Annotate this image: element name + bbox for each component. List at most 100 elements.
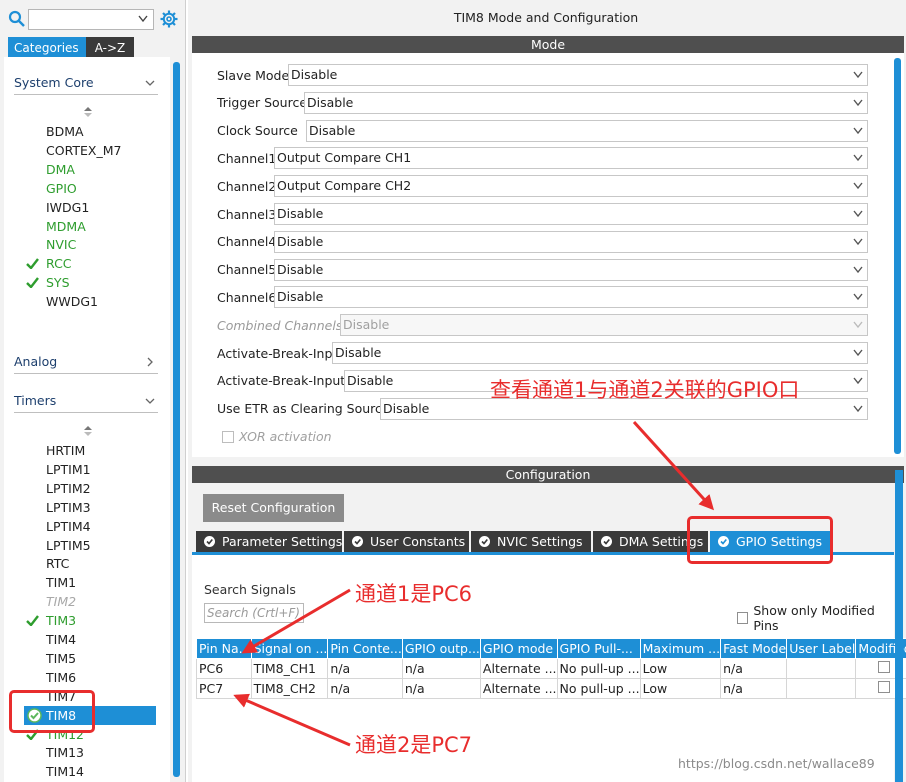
table-cell-gpio-pull[interactable]: No pull-up ...: [556, 678, 641, 699]
table-cell-gpio-outp[interactable]: n/a: [401, 658, 481, 679]
left-scrollbar[interactable]: [173, 62, 180, 777]
chevron-down-icon[interactable]: [144, 395, 156, 407]
sidebar-item-gpio[interactable]: GPIO: [46, 179, 77, 198]
left-search-input[interactable]: [28, 9, 154, 30]
mode-label: Channel5: [217, 262, 277, 278]
table-cell-gpio-outp[interactable]: n/a: [401, 678, 481, 699]
table-cell-gpio-mode[interactable]: Alternate ...: [479, 678, 558, 699]
trigger-source-select[interactable]: Disable: [304, 91, 868, 114]
section-analog[interactable]: Analog: [14, 354, 158, 374]
mode-row-clock-source: Clock Source Disable: [217, 119, 868, 142]
table-cell-gpio-mode[interactable]: Alternate ...: [479, 658, 558, 679]
chevron-down-icon: [853, 154, 863, 162]
reset-configuration-button[interactable]: Reset Configuration: [203, 494, 344, 522]
channel6-select[interactable]: Disable: [274, 286, 868, 309]
sidebar-item-iwdg1[interactable]: IWDG1: [46, 198, 89, 217]
sidebar-item-rcc[interactable]: RCC: [26, 254, 72, 273]
sidebar-item-tim1[interactable]: TIM1: [46, 573, 76, 592]
chevron-down-icon[interactable]: [138, 15, 148, 23]
channel4-select[interactable]: Disable: [274, 230, 868, 253]
table-row[interactable]: PC7 TIM8_CH2 n/a n/a Alternate ... No pull-up…: [196, 678, 906, 699]
table-cell-maximum[interactable]: Low: [639, 658, 722, 679]
section-timers[interactable]: Timers: [14, 393, 158, 413]
sidebar-item-dma[interactable]: DMA: [46, 160, 75, 179]
column-header-fast-mode[interactable]: Fast Mode: [720, 638, 788, 659]
column-header-pin-na[interactable]: Pin Na...: [196, 638, 252, 659]
table-cell-signal-on[interactable]: TIM8_CH2: [250, 678, 329, 699]
tab-categories[interactable]: Categories: [8, 37, 86, 59]
table-cell-fast-mode[interactable]: n/a: [720, 658, 788, 679]
sidebar-item-mdma[interactable]: MDMA: [46, 217, 86, 236]
config-scrollbar[interactable]: [895, 470, 903, 782]
mode-row-channel1: Channel1 Output Compare CH1: [217, 147, 868, 170]
sidebar-item-lptim1[interactable]: LPTIM1: [46, 460, 91, 479]
column-header-gpio-pull[interactable]: GPIO Pull-...: [556, 638, 641, 659]
mode-row-combined-channels: Combined Channels Disable: [217, 314, 868, 337]
sidebar-item-nvic[interactable]: NVIC: [46, 235, 76, 254]
sort-icon[interactable]: [84, 426, 92, 436]
sidebar-item-tim6[interactable]: TIM6: [46, 668, 76, 687]
check-icon: [26, 277, 39, 289]
sidebar-item-tim13[interactable]: TIM13: [46, 743, 84, 762]
column-header-maximum[interactable]: Maximum ...: [639, 638, 722, 659]
show-modified-checkbox[interactable]: [737, 612, 749, 624]
sidebar-item-tim14[interactable]: TIM14: [46, 762, 84, 781]
table-cell-gpio-pull[interactable]: No pull-up ...: [556, 658, 641, 679]
tab-user-constants[interactable]: User Constants: [344, 531, 469, 552]
table-row[interactable]: PC6 TIM8_CH1 n/a n/a Alternate ... No pull-up…: [196, 658, 906, 679]
gear-icon[interactable]: [160, 10, 178, 28]
sidebar-item-wwdg1[interactable]: WWDG1: [46, 292, 98, 311]
table-cell-pin-na[interactable]: PC6: [196, 658, 252, 679]
sidebar-item-tim4[interactable]: TIM4: [46, 630, 76, 649]
chevron-right-icon[interactable]: [144, 356, 156, 368]
column-header-gpio-outp[interactable]: GPIO outp...: [401, 638, 481, 659]
sidebar-item-lptim3[interactable]: LPTIM3: [46, 498, 91, 517]
mode-label: Channel2: [217, 178, 277, 194]
column-header-signal-on[interactable]: Signal on ...: [250, 638, 329, 659]
sidebar-item-tim2[interactable]: TIM2: [46, 592, 76, 611]
table-cell-maximum[interactable]: Low: [639, 678, 722, 699]
table-cell-fast-mode[interactable]: n/a: [720, 678, 788, 699]
tab-nvic-settings[interactable]: NVIC Settings: [471, 531, 591, 552]
channel2-select[interactable]: Output Compare CH2: [274, 175, 868, 198]
sidebar-item-rtc[interactable]: RTC: [46, 554, 69, 573]
table-cell-user-label[interactable]: [786, 658, 857, 679]
modified-checkbox[interactable]: [878, 661, 891, 673]
xor-activation-checkbox[interactable]: [222, 430, 234, 443]
table-cell-pin-conte[interactable]: n/a: [327, 658, 403, 679]
channel3-select[interactable]: Disable: [274, 203, 868, 225]
table-cell-pin-na[interactable]: PC7: [196, 678, 252, 699]
column-header-user-label[interactable]: User Label: [786, 638, 857, 659]
select-value: Disable: [343, 317, 390, 333]
sidebar-item-tim3[interactable]: TIM3: [26, 611, 76, 630]
modified-checkbox[interactable]: [878, 681, 891, 693]
sidebar-item-cortex-m7[interactable]: CORTEX_M7: [46, 141, 121, 160]
channel1-select[interactable]: Output Compare CH1: [274, 147, 868, 170]
activate-break-input-select[interactable]: Disable: [332, 342, 868, 364]
sidebar-item-lptim4[interactable]: LPTIM4: [46, 517, 91, 536]
sidebar-item-hrtim[interactable]: HRTIM: [46, 441, 85, 460]
section-system-core[interactable]: System Core: [14, 75, 158, 95]
sort-icon[interactable]: [84, 107, 92, 117]
slave-mode-select[interactable]: Disable: [288, 64, 868, 86]
tab-a-z[interactable]: A->Z: [86, 37, 134, 59]
mode-scrollbar[interactable]: [894, 58, 901, 454]
show-modified-pins: Show only Modified Pins: [737, 603, 894, 633]
table-cell-signal-on[interactable]: TIM8_CH1: [250, 658, 329, 679]
sidebar-item-lptim2[interactable]: LPTIM2: [46, 479, 91, 498]
column-header-pin-conte[interactable]: Pin Conte...: [327, 638, 403, 659]
chevron-down-icon[interactable]: [144, 77, 156, 89]
table-cell-user-label[interactable]: [786, 678, 857, 699]
sidebar-item-sys[interactable]: SYS: [26, 273, 70, 292]
clock-source-select[interactable]: Disable: [306, 119, 868, 142]
sidebar-item-lptim5[interactable]: LPTIM5: [46, 536, 91, 555]
sidebar-item-tim5[interactable]: TIM5: [46, 649, 76, 668]
search-signals-input[interactable]: Search (Crtl+F): [204, 603, 304, 623]
table-cell-pin-conte[interactable]: n/a: [327, 678, 403, 699]
sidebar-item-bdma[interactable]: BDMA: [46, 122, 84, 141]
column-header-gpio-mode[interactable]: GPIO mode: [479, 638, 558, 659]
channel5-select[interactable]: Disable: [274, 258, 868, 281]
search-icon[interactable]: [8, 10, 26, 28]
mode-row-channel4: Channel4 Disable: [217, 230, 868, 253]
tab-parameter-settings[interactable]: Parameter Settings: [196, 531, 342, 552]
